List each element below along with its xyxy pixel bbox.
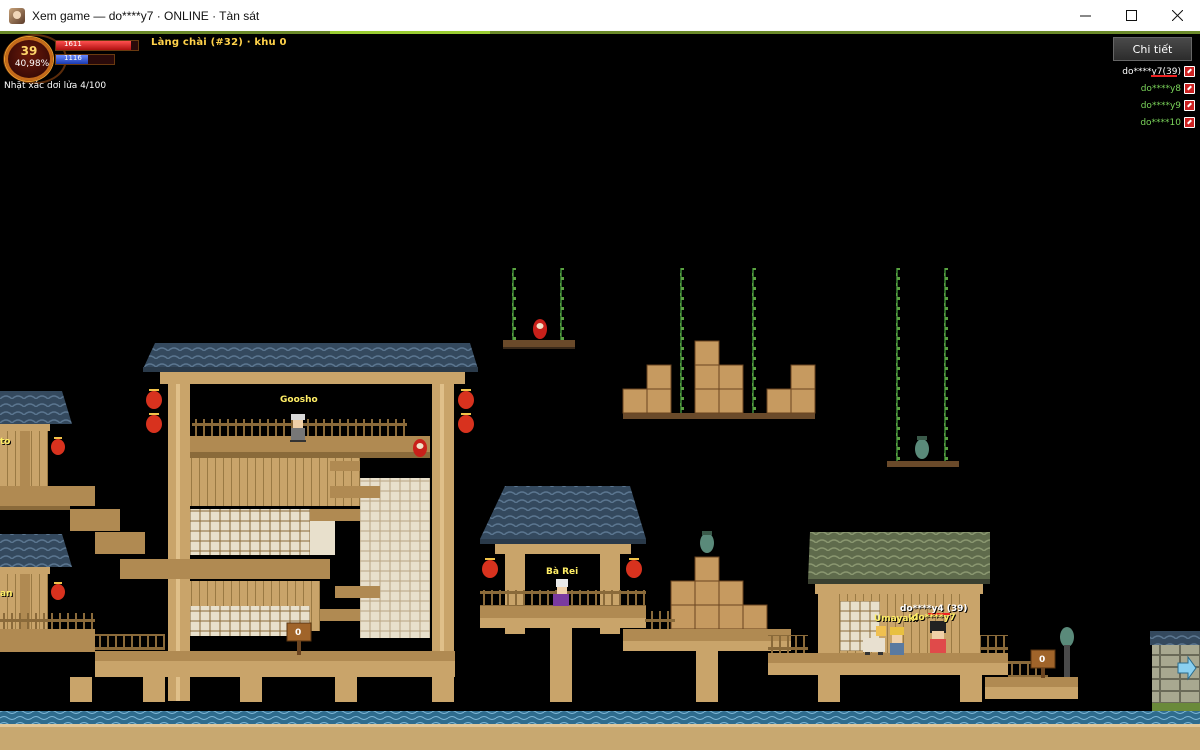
npc-name-umayaki[interactable]: Umayaki <box>874 614 918 624</box>
party-action-icon[interactable] <box>1184 100 1195 111</box>
app-icon <box>9 7 25 24</box>
hp-bar: 1611 <box>55 40 139 51</box>
hp-value: 1611 <box>64 40 82 48</box>
party-action-icon[interactable] <box>1184 117 1195 128</box>
minimize-button[interactable] <box>1062 0 1108 31</box>
party-action-icon[interactable] <box>1184 66 1195 77</box>
mp-bar: 1116 <box>55 54 115 65</box>
npc-name-ba-rei[interactable]: Bà Rei <box>546 567 578 577</box>
window-titlebar: Xem game — do****y7 · ONLINE · Tàn sát <box>0 0 1200 32</box>
game-scene <box>0 268 1200 750</box>
npc-name-left-1[interactable]: to <box>0 437 11 447</box>
quest-tracker[interactable]: Nhặt xác dơi lửa 4/100 <box>4 81 106 91</box>
minimize-icon <box>1079 15 1091 17</box>
npc-name-left-2[interactable]: an <box>0 589 12 599</box>
close-icon <box>1171 10 1183 21</box>
party-member[interactable]: do****y7(39) <box>1055 63 1195 80</box>
maximize-button[interactable] <box>1108 0 1154 31</box>
level-badge[interactable]: 39 40,98% <box>5 37 53 81</box>
party-hp-bar <box>1151 75 1177 77</box>
maximize-icon <box>1125 10 1137 21</box>
level-number: 39 <box>20 44 38 58</box>
game-viewport[interactable]: 39 40,98% 1611 1116 Làng chài (#32) · kh… <box>0 31 1200 750</box>
player-name-self[interactable]: do****y7 <box>912 613 956 623</box>
party-member[interactable]: do****10 <box>1055 114 1195 131</box>
party-list: do****y7(39) do****y8 do****y9 do****10 <box>1055 63 1195 131</box>
close-button[interactable] <box>1154 0 1200 31</box>
npc-name-goosho[interactable]: Goosho <box>280 395 318 405</box>
window-title: Xem game — do****y7 · ONLINE · Tàn sát <box>32 8 260 23</box>
exp-percent: 40,98% <box>14 59 50 69</box>
sign-number-2: 0 <box>1039 655 1046 665</box>
mp-value: 1116 <box>64 54 82 62</box>
details-button[interactable]: Chi tiết <box>1113 37 1192 61</box>
party-member-name: do****10 <box>1140 117 1181 128</box>
party-member[interactable]: do****y9 <box>1055 97 1195 114</box>
sign-number-1: 0 <box>295 628 302 638</box>
party-member-name: do****y8 <box>1140 83 1181 94</box>
party-member[interactable]: do****y8 <box>1055 80 1195 97</box>
party-member-name: do****y9 <box>1140 100 1181 111</box>
window-controls <box>1062 0 1200 31</box>
map-name: Làng chài (#32) · khu 0 <box>151 37 287 48</box>
party-action-icon[interactable] <box>1184 83 1195 94</box>
